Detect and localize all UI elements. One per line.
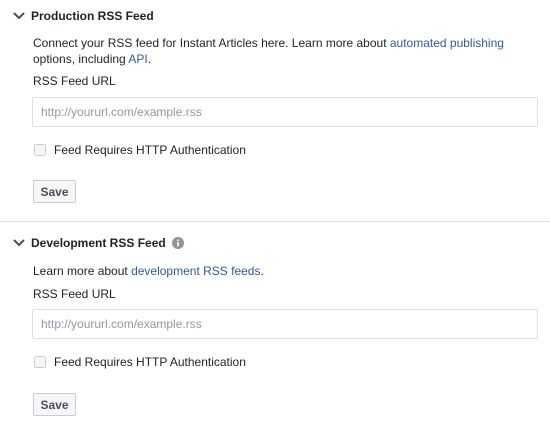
production-save-button[interactable]: Save [33,180,76,203]
production-auth-checkbox[interactable] [34,144,46,156]
development-rss-header[interactable]: Development RSS Feed [12,236,184,250]
development-rss-feeds-link[interactable]: development RSS feeds [131,264,260,278]
description-text: Connect your RSS feed for Instant Articl… [33,36,390,50]
production-rss-title: Production RSS Feed [31,9,154,23]
development-rss-url-input[interactable] [32,309,538,339]
description-text: . [260,264,264,278]
production-rss-url-input[interactable] [32,97,538,127]
automated-publishing-link[interactable]: automated publishing [390,36,504,50]
development-rss-description: Learn more about development RSS feeds. [33,263,543,279]
rss-feed-url-label: RSS Feed URL [33,74,116,88]
api-link[interactable]: API [128,52,147,66]
production-auth-row[interactable]: Feed Requires HTTP Authentication [34,143,246,157]
chevron-down-icon[interactable] [12,236,26,250]
development-auth-checkbox[interactable] [34,356,46,368]
development-auth-label[interactable]: Feed Requires HTTP Authentication [54,355,246,369]
development-auth-row[interactable]: Feed Requires HTTP Authentication [34,355,246,369]
development-rss-title: Development RSS Feed [31,236,166,250]
chevron-down-icon[interactable] [12,9,26,23]
description-text: . [147,52,152,66]
rss-feed-url-label: RSS Feed URL [33,287,116,301]
production-auth-label[interactable]: Feed Requires HTTP Authentication [54,143,246,157]
description-text: options, including [33,52,129,66]
production-rss-description: Connect your RSS feed for Instant Articl… [33,35,543,67]
production-rss-section: Production RSS Feed Connect your RSS fee… [0,0,550,221]
info-icon[interactable] [171,237,184,249]
development-rss-section: Development RSS Feed Learn more about de… [0,222,550,424]
description-text: Learn more about [33,264,132,278]
production-rss-header[interactable]: Production RSS Feed [12,9,154,23]
development-save-button[interactable]: Save [33,393,76,416]
